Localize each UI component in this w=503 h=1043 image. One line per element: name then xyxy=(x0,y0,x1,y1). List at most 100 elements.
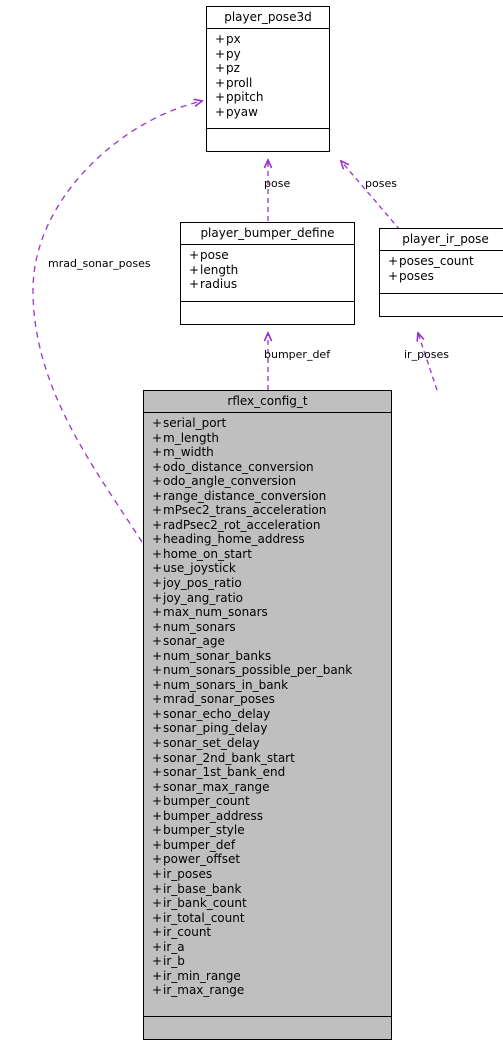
visibility-public-icon: + xyxy=(215,61,226,76)
attribute-name: pz xyxy=(226,61,240,76)
attribute-row: +poses_count xyxy=(388,254,503,269)
attribute-name: num_sonars xyxy=(163,619,236,634)
attribute-row: +ir_base_bank xyxy=(152,882,389,897)
attribute-name: ir_base_bank xyxy=(163,881,242,896)
method-list xyxy=(144,1017,391,1039)
attribute-name: m_length xyxy=(163,430,219,445)
attribute-row: +bumper_count xyxy=(152,794,389,809)
visibility-public-icon: + xyxy=(152,823,163,838)
attribute-row: +pyaw xyxy=(215,105,327,120)
visibility-public-icon: + xyxy=(152,430,163,445)
attribute-name: sonar_2nd_bank_start xyxy=(163,750,295,765)
edge-label-bumper-def: bumper_def xyxy=(264,348,331,361)
attribute-row: +mPsec2_trans_acceleration xyxy=(152,503,389,518)
visibility-public-icon: + xyxy=(152,939,163,954)
attribute-name: odo_angle_conversion xyxy=(163,474,297,489)
class-box-rflex-config-t: rflex_config_t +serial_port +m_length +m… xyxy=(143,390,392,1040)
attribute-name: ir_total_count xyxy=(163,910,245,925)
attribute-row: +px xyxy=(215,32,327,47)
attribute-row: +home_on_start xyxy=(152,547,389,562)
attribute-row: +serial_port xyxy=(152,416,389,431)
visibility-public-icon: + xyxy=(152,619,163,634)
attribute-list: +poses_count +poses xyxy=(380,251,503,294)
visibility-public-icon: + xyxy=(152,983,163,998)
class-box-player-bumper-define: player_bumper_define +pose +length +radi… xyxy=(180,222,355,325)
attribute-name: power_offset xyxy=(163,852,241,867)
attribute-name: ir_max_range xyxy=(163,983,245,998)
attribute-name: poses_count xyxy=(399,254,474,268)
attribute-row: +length xyxy=(189,263,352,278)
attribute-row: +py xyxy=(215,47,327,62)
attribute-name: length xyxy=(200,262,239,277)
attribute-name: mPsec2_trans_acceleration xyxy=(163,503,327,518)
visibility-public-icon: + xyxy=(152,692,163,707)
visibility-public-icon: + xyxy=(152,677,163,692)
attribute-row: +sonar_2nd_bank_start xyxy=(152,751,389,766)
edge-poses xyxy=(341,161,401,231)
method-list xyxy=(380,294,503,316)
visibility-public-icon: + xyxy=(152,808,163,823)
attribute-row: +odo_angle_conversion xyxy=(152,474,389,489)
attribute-name: ir_bank_count xyxy=(163,896,247,911)
visibility-public-icon: + xyxy=(152,576,163,591)
attribute-row: +bumper_style xyxy=(152,823,389,838)
visibility-public-icon: + xyxy=(152,954,163,969)
visibility-public-icon: + xyxy=(152,517,163,532)
class-box-player-ir-pose: player_ir_pose +poses_count +poses xyxy=(379,228,503,317)
attribute-row: +ir_total_count xyxy=(152,911,389,926)
visibility-public-icon: + xyxy=(152,910,163,925)
attribute-name: heading_home_address xyxy=(163,532,305,547)
visibility-public-icon: + xyxy=(152,648,163,663)
visibility-public-icon: + xyxy=(152,736,163,751)
edge-ir_poses xyxy=(418,333,438,391)
attribute-row: +m_width xyxy=(152,445,389,460)
method-list xyxy=(207,129,329,151)
visibility-public-icon: + xyxy=(152,445,163,460)
attribute-row: +radPsec2_rot_acceleration xyxy=(152,518,389,533)
visibility-public-icon: + xyxy=(152,546,163,561)
attribute-row: +ir_min_range xyxy=(152,969,389,984)
visibility-public-icon: + xyxy=(215,46,226,61)
attribute-name: use_joystick xyxy=(163,561,236,576)
attribute-name: sonar_1st_bank_end xyxy=(163,765,286,780)
attribute-row: +use_joystick xyxy=(152,561,389,576)
attribute-row: +num_sonars_in_bank xyxy=(152,678,389,693)
visibility-public-icon: + xyxy=(152,474,163,489)
visibility-public-icon: + xyxy=(152,794,163,809)
attribute-row: +max_num_sonars xyxy=(152,605,389,620)
attribute-row: +power_offset xyxy=(152,852,389,867)
attribute-name: ir_b xyxy=(163,954,185,969)
attribute-row: +heading_home_address xyxy=(152,532,389,547)
attribute-row: +ir_a xyxy=(152,940,389,955)
class-title: rflex_config_t xyxy=(144,391,391,413)
attribute-name: bumper_style xyxy=(163,823,245,838)
visibility-public-icon: + xyxy=(152,881,163,896)
visibility-public-icon: + xyxy=(189,277,200,292)
attribute-row: +sonar_set_delay xyxy=(152,736,389,751)
attribute-name: joy_ang_ratio xyxy=(163,590,244,605)
uml-class-diagram: player_pose3d +px +py +pz +proll +ppitch… xyxy=(0,0,503,1043)
attribute-row: +ir_max_range xyxy=(152,983,389,998)
attribute-name: mrad_sonar_poses xyxy=(163,692,275,707)
class-title: player_pose3d xyxy=(207,7,329,29)
attribute-row: +proll xyxy=(215,76,327,91)
visibility-public-icon: + xyxy=(189,262,200,277)
attribute-row: +radius xyxy=(189,277,352,292)
visibility-public-icon: + xyxy=(152,459,163,474)
attribute-row: +ir_count xyxy=(152,925,389,940)
attribute-row: +joy_pos_ratio xyxy=(152,576,389,591)
attribute-row: +pose xyxy=(189,248,352,263)
attribute-name: joy_pos_ratio xyxy=(163,576,242,591)
attribute-row: +mrad_sonar_poses xyxy=(152,692,389,707)
attribute-row: +sonar_ping_delay xyxy=(152,721,389,736)
attribute-name: num_sonars_possible_per_bank xyxy=(163,663,353,678)
attribute-row: +num_sonars_possible_per_bank xyxy=(152,663,389,678)
attribute-row: +bumper_def xyxy=(152,838,389,853)
class-title: player_bumper_define xyxy=(181,223,354,245)
visibility-public-icon: + xyxy=(215,104,226,119)
visibility-public-icon: + xyxy=(152,605,163,620)
attribute-name: sonar_max_range xyxy=(163,779,270,794)
visibility-public-icon: + xyxy=(189,248,200,262)
visibility-public-icon: + xyxy=(388,254,399,268)
attribute-name: ppitch xyxy=(226,90,264,105)
